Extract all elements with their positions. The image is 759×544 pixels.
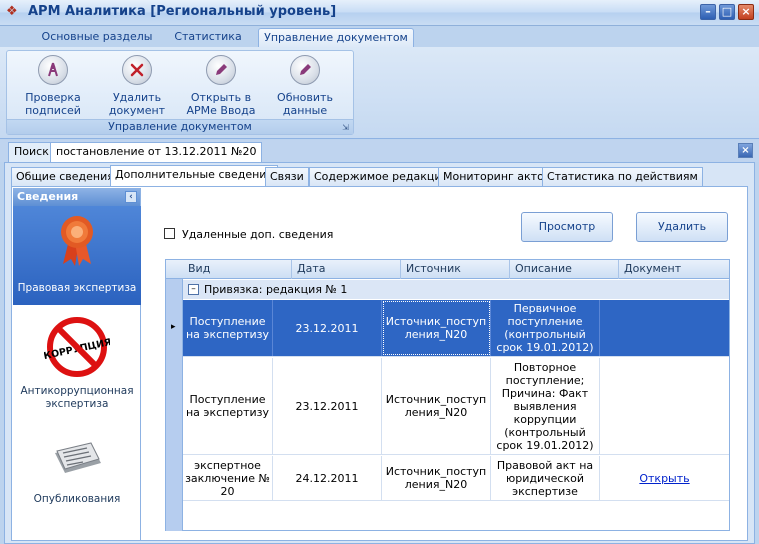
additional-info-grid: Вид Дата Источник Описание Документ – Пр…: [165, 259, 730, 531]
table-row[interactable]: экспертное заключение № 20 24.12.2011 Ис…: [183, 456, 729, 501]
cell-description: Повторное поступление; Причина: Факт выя…: [491, 358, 600, 454]
nav-label-publications: Опубликования: [33, 493, 121, 505]
nav-item-legal-expertise[interactable]: Правовая экспертиза: [13, 206, 141, 305]
cell-date: 23.12.2011: [273, 300, 382, 356]
table-row[interactable]: Поступление на экспертизу 23.12.2011 Ист…: [183, 300, 729, 357]
ribbon-tab-statistics[interactable]: Статистика: [168, 28, 248, 48]
cell-description: Первичное поступление (контрольный срок …: [491, 300, 600, 356]
cell-date: 24.12.2011: [273, 456, 382, 500]
group-row[interactable]: – Привязка: редакция № 1: [183, 280, 729, 299]
minimize-button[interactable]: –: [700, 4, 716, 20]
cell-type: экспертное заключение № 20: [183, 456, 273, 500]
tab-additional-info[interactable]: Дополнительные сведения: [110, 165, 279, 186]
tab-links[interactable]: Связи: [265, 167, 309, 186]
ribbon-tab-main-sections[interactable]: Основные разделы: [36, 28, 158, 48]
delete-document-button[interactable]: Удалить документ: [97, 55, 177, 119]
verify-signatures-label: Проверка подписей: [25, 91, 81, 117]
open-document-link[interactable]: Открыть: [639, 472, 689, 485]
additional-info-panel: Сведения ‹ Правовая экспертиза Антикорру…: [11, 186, 748, 541]
maximize-button[interactable]: □: [719, 4, 735, 20]
pencil-icon: [206, 55, 236, 85]
tab-acts-monitoring[interactable]: Мониторинг актов: [438, 167, 556, 186]
document-content: Общие сведения Дополнительные сведения С…: [4, 162, 755, 544]
cell-description: Правовой акт на юридической экспертизе: [491, 456, 600, 500]
nav-label-legal-expertise: Правовая экспертиза: [17, 282, 137, 294]
verify-signatures-button[interactable]: Проверка подписей: [13, 55, 93, 119]
delete-button[interactable]: Удалить: [636, 212, 728, 242]
column-header-document[interactable]: Документ: [619, 260, 729, 279]
ribbon-group-caption-text: Управление документом: [108, 120, 252, 133]
cell-type: Поступление на экспертизу: [183, 300, 273, 356]
nav-item-anticorruption-expertise[interactable]: КОРРУПЦИЯ Антикоррупционная экспертиза: [13, 305, 141, 425]
column-header-date[interactable]: Дата: [292, 260, 401, 279]
info-navigation: Сведения ‹ Правовая экспертиза Антикорру…: [13, 188, 141, 540]
open-in-input-arm-button[interactable]: Открыть в АРМе Ввода: [181, 55, 261, 119]
nav-item-publications[interactable]: Опубликования: [13, 425, 141, 525]
refresh-data-label: Обновить данные: [277, 91, 333, 117]
view-button[interactable]: Просмотр: [521, 212, 613, 242]
tab-action-statistics[interactable]: Статистика по действиям: [542, 167, 703, 186]
column-header-type[interactable]: Вид: [183, 260, 292, 279]
refresh-data-button[interactable]: Обновить данные: [265, 55, 345, 119]
tab-revision-contents[interactable]: Содержимое редакций: [309, 167, 454, 186]
dialog-launcher-icon[interactable]: ⇲: [341, 123, 350, 132]
collapse-arrow-icon[interactable]: ‹: [125, 191, 137, 203]
document-tabs: Поиск постановление от 13.12.2011 №20: [0, 140, 759, 162]
ribbon-group-caption: Управление документом ⇲: [7, 119, 353, 134]
nav-label-anticorruption-expertise: Антикоррупционная экспертиза: [20, 385, 134, 410]
doc-tab-search[interactable]: Поиск: [8, 142, 55, 162]
no-corruption-icon: КОРРУПЦИЯ: [43, 317, 112, 377]
cell-document: Открыть: [600, 456, 729, 500]
ribbon-tab-document-management[interactable]: Управление документом: [258, 28, 414, 48]
table-row[interactable]: Поступление на экспертизу 23.12.2011 Ист…: [183, 358, 729, 455]
row-indicator-column: [166, 279, 183, 531]
tab-general-info[interactable]: Общие сведения: [11, 167, 119, 186]
newspaper-icon: [47, 439, 107, 479]
ribbon: Проверка подписей Удалить документ Откры…: [0, 47, 759, 139]
cell-source: Источник_поступления_N20: [382, 300, 491, 356]
group-label: Привязка: редакция № 1: [204, 283, 348, 296]
cell-type: Поступление на экспертизу: [183, 358, 273, 454]
app-icon: ❖: [6, 4, 18, 19]
deleted-info-checkbox[interactable]: [164, 228, 175, 239]
collapse-group-icon[interactable]: –: [188, 284, 199, 295]
award-ribbon-icon: [57, 212, 97, 268]
ribbon-group-document: Проверка подписей Удалить документ Откры…: [6, 50, 354, 135]
grid-header: Вид Дата Источник Описание Документ: [166, 260, 729, 279]
pencil-icon: [290, 55, 320, 85]
open-in-input-arm-label: Открыть в АРМе Ввода: [186, 91, 256, 117]
close-document-button[interactable]: ×: [738, 143, 753, 158]
title-bar: ❖ АРМ Аналитика [Региональный уровень] –…: [0, 0, 759, 26]
delete-x-icon: [122, 55, 152, 85]
cell-source: Источник_поступления_N20: [382, 358, 491, 454]
window-title: АРМ Аналитика [Региональный уровень]: [28, 4, 337, 19]
delete-document-label: Удалить документ: [108, 91, 166, 117]
info-nav-title: Сведения: [17, 190, 79, 203]
cell-document: [600, 358, 729, 454]
column-header-description[interactable]: Описание: [510, 260, 619, 279]
info-nav-header: Сведения ‹: [13, 188, 140, 206]
current-row-arrow-icon: ▸: [171, 322, 176, 332]
ribbon-tabs: Основные разделы Статистика Управление д…: [0, 26, 759, 48]
cell-date: 23.12.2011: [273, 358, 382, 454]
doc-tab-resolution[interactable]: постановление от 13.12.2011 №20: [50, 142, 263, 162]
cell-document: [600, 300, 729, 356]
additional-info-main: Удаленные доп. сведения Просмотр Удалить…: [158, 188, 746, 540]
signature-check-icon: [38, 55, 68, 85]
cell-source: Источник_поступления_N20: [382, 456, 491, 500]
column-header-source[interactable]: Источник: [401, 260, 510, 279]
close-button[interactable]: ×: [738, 4, 754, 20]
deleted-info-label: Удаленные доп. сведения: [182, 228, 334, 241]
